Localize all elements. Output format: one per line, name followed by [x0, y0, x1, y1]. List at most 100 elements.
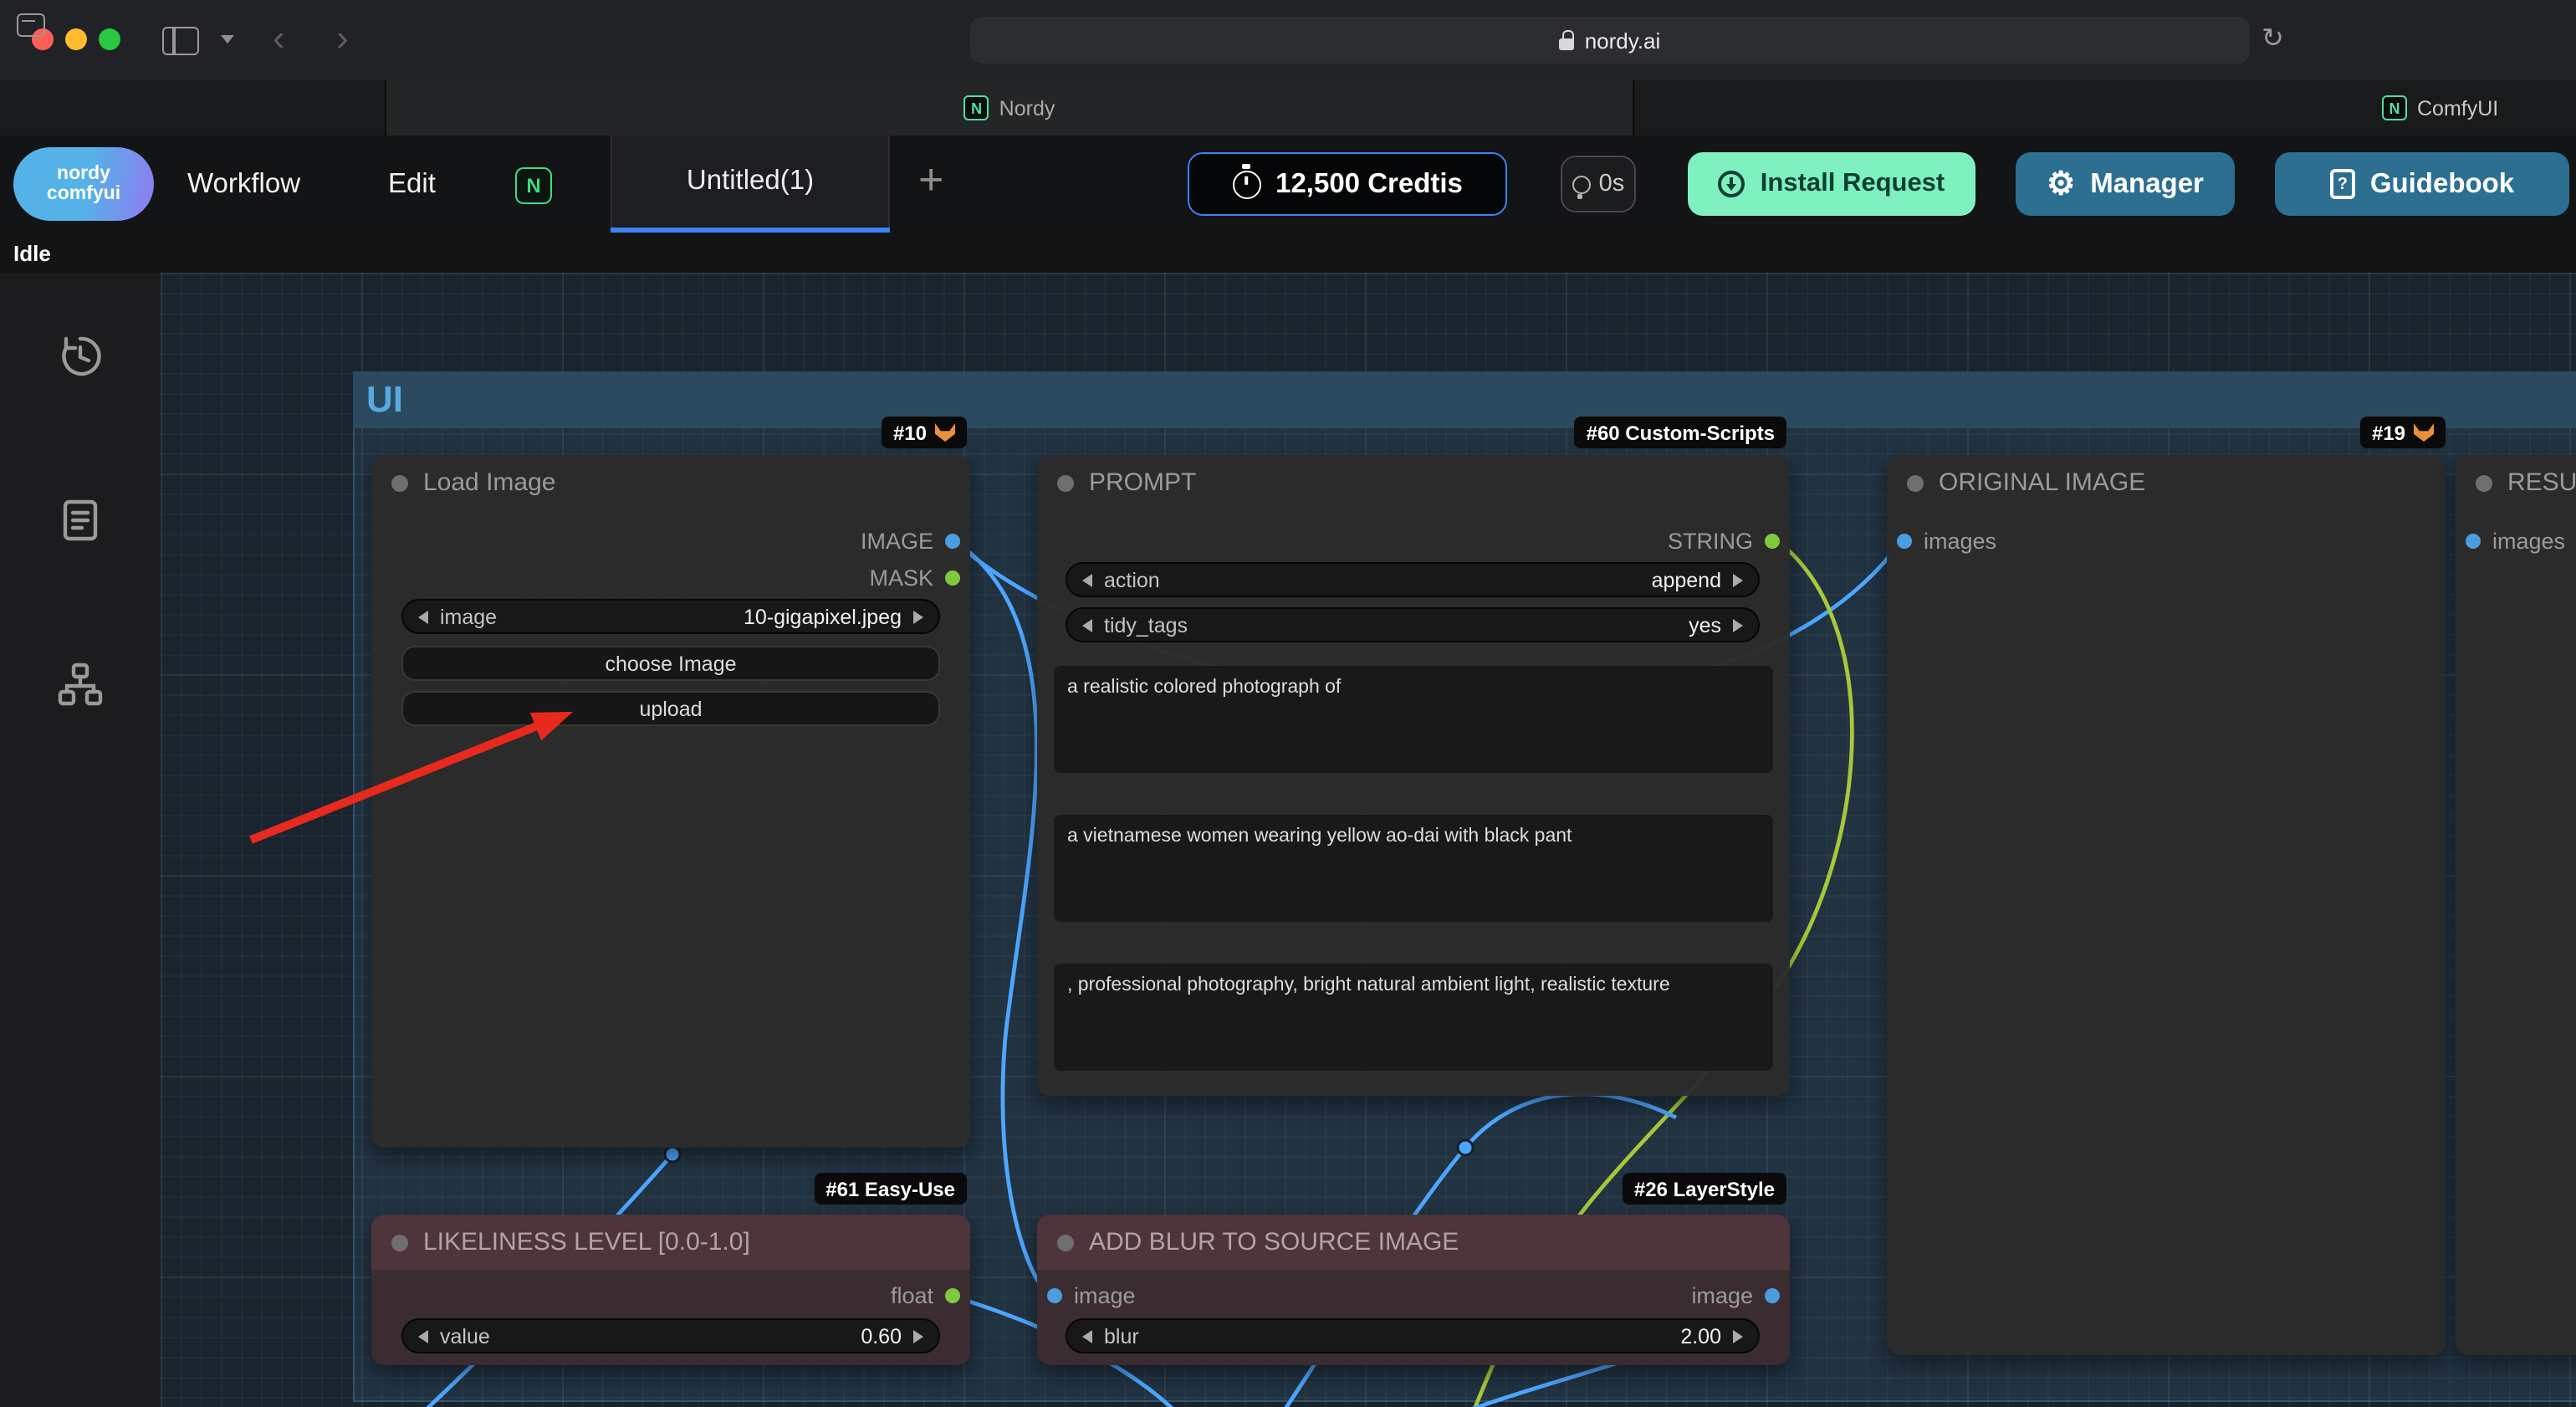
address-bar[interactable]: nordy.ai [970, 17, 2250, 64]
decrement-icon[interactable] [1082, 1329, 1092, 1343]
choose-image-button[interactable]: choose Image [401, 646, 940, 681]
nordy-comfyui-logo[interactable]: nordy comfyui [13, 147, 154, 221]
new-workflow-tab-button[interactable]: + [918, 154, 943, 206]
install-request-button[interactable]: Install Request [1688, 152, 1975, 216]
decrement-icon[interactable] [1082, 618, 1092, 632]
install-request-label: Install Request [1761, 169, 1945, 199]
chevron-down-icon[interactable] [221, 35, 234, 43]
browser-toolbar: ‹ › nordy.ai ↻ [0, 0, 2576, 80]
decrement-icon[interactable] [418, 1329, 428, 1343]
tab-nordy[interactable]: N Nordy [385, 80, 1634, 136]
blur-combo-widget[interactable]: blur 2.00 [1066, 1318, 1760, 1353]
input-dot-icon[interactable] [2466, 534, 2481, 549]
collapse-dot-icon[interactable] [1907, 474, 1924, 491]
output-dot-icon[interactable] [1765, 534, 1780, 549]
credits-button[interactable]: 12,500 Credtis [1188, 152, 1507, 216]
prompt-textarea-1[interactable]: a realistic colored photograph of [1054, 666, 1773, 773]
node-load-image[interactable]: Load Image IMAGE MASK image 10-gigapixel… [371, 455, 970, 1148]
output-image-slot[interactable]: IMAGE [861, 529, 960, 554]
input-images-slot[interactable]: images [1897, 529, 1996, 554]
increment-icon[interactable] [1733, 618, 1743, 632]
lightbulb-icon [1572, 175, 1591, 193]
upload-button[interactable]: upload [401, 691, 940, 726]
collapse-dot-icon[interactable] [391, 1234, 408, 1251]
guidebook-icon: ? [2330, 169, 2355, 199]
image-combo-widget[interactable]: image 10-gigapixel.jpeg [401, 599, 940, 634]
nordy-favicon: N [964, 95, 989, 120]
node-header[interactable]: LIKELINESS LEVEL [0.0-1.0] [371, 1215, 970, 1270]
output-image-slot[interactable]: image [1691, 1283, 1780, 1308]
node-header[interactable]: PROMPT [1037, 455, 1790, 510]
node-original-image[interactable]: ORIGINAL IMAGE images [1887, 455, 2446, 1355]
tidy-tags-combo-widget[interactable]: tidy_tags yes [1066, 607, 1760, 642]
sidebar-toggle-icon[interactable] [162, 27, 199, 55]
ui-group-title: UI [366, 378, 403, 422]
collapse-dot-icon[interactable] [1057, 474, 1074, 491]
decrement-icon[interactable] [1082, 573, 1092, 586]
timer-button[interactable]: 0s [1561, 156, 1636, 212]
node-likeliness-level[interactable]: LIKELINESS LEVEL [0.0-1.0] float value 0… [371, 1215, 970, 1365]
credits-label: 12,500 Credtis [1275, 168, 1463, 200]
browser-window: ‹ › nordy.ai ↻ N Nordy N ComfyUI nordy c… [0, 0, 2576, 1407]
increment-icon[interactable] [913, 1329, 923, 1343]
url-text: nordy.ai [1585, 28, 1661, 53]
value-combo-widget[interactable]: value 0.60 [401, 1318, 940, 1353]
node-header[interactable]: ADD BLUR TO SOURCE IMAGE [1037, 1215, 1790, 1270]
input-image-slot[interactable]: image [1047, 1283, 1136, 1308]
page-settings-icon[interactable] [17, 13, 45, 37]
output-dot-icon[interactable] [945, 570, 960, 586]
guidebook-button[interactable]: ? Guidebook [2275, 152, 2569, 216]
output-dot-icon[interactable] [945, 1288, 960, 1303]
collapse-dot-icon[interactable] [391, 474, 408, 491]
tab-comfyui-label: ComfyUI [2417, 96, 2498, 120]
menu-edit[interactable]: Edit [388, 161, 436, 207]
output-dot-icon[interactable] [1765, 1288, 1780, 1303]
input-dot-icon[interactable] [1047, 1288, 1062, 1303]
stopwatch-icon [1232, 170, 1260, 198]
minimize-window-button[interactable] [65, 28, 87, 50]
collapse-dot-icon[interactable] [2476, 474, 2492, 491]
n-app-icon[interactable]: N [515, 167, 552, 204]
output-mask-slot[interactable]: MASK [869, 565, 960, 591]
history-icon[interactable] [55, 331, 105, 381]
forward-button[interactable]: › [336, 15, 349, 62]
input-dot-icon[interactable] [1897, 534, 1912, 549]
fox-icon [2414, 423, 2434, 442]
lock-icon [1560, 38, 1575, 49]
node-add-blur[interactable]: ADD BLUR TO SOURCE IMAGE image image blu… [1037, 1215, 1790, 1365]
manager-button[interactable]: ⚙ Manager [2016, 152, 2235, 216]
tab-comfyui[interactable]: N ComfyUI [2382, 80, 2498, 136]
back-button[interactable]: ‹ [273, 15, 285, 62]
increment-icon[interactable] [913, 610, 923, 623]
collapse-dot-icon[interactable] [1057, 1234, 1074, 1251]
output-float-slot[interactable]: float [891, 1283, 960, 1308]
gear-icon: ⚙ [2047, 168, 2075, 200]
output-dot-icon[interactable] [945, 534, 960, 549]
node-prompt[interactable]: PROMPT STRING action append tidy_tags ye… [1037, 455, 1790, 1096]
workflow-tab-untitled[interactable]: Untitled(1) [611, 136, 890, 228]
tab-nordy-label: Nordy [999, 96, 1055, 120]
ui-group-header[interactable]: UI [353, 371, 2576, 428]
node-header[interactable]: Load Image [371, 455, 970, 510]
prompt-textarea-2[interactable]: a vietnamese women wearing yellow ao-dai… [1054, 815, 1773, 922]
decrement-icon[interactable] [418, 610, 428, 623]
node-header[interactable]: ORIGINAL IMAGE [1887, 455, 2446, 510]
increment-icon[interactable] [1733, 1329, 1743, 1343]
prompt-textarea-3[interactable]: , professional photography, bright natur… [1054, 964, 1773, 1071]
menu-workflow[interactable]: Workflow [187, 161, 300, 207]
input-images-slot[interactable]: images [2466, 529, 2565, 554]
output-string-slot[interactable]: STRING [1668, 529, 1780, 554]
fox-icon [935, 423, 955, 442]
node-header[interactable]: RESULT [2456, 455, 2576, 510]
timer-label: 0s [1599, 171, 1625, 197]
guidebook-label: Guidebook [2370, 168, 2514, 200]
log-document-icon[interactable] [55, 495, 105, 545]
increment-icon[interactable] [1733, 573, 1743, 586]
node-result[interactable]: RESULT images [2456, 455, 2576, 1355]
reload-icon[interactable]: ↻ [2262, 22, 2284, 55]
action-combo-widget[interactable]: action append [1066, 562, 1760, 597]
zoom-window-button[interactable] [99, 28, 120, 50]
download-cloud-icon [1719, 171, 1745, 197]
tool-sidebar [0, 273, 162, 1407]
workflow-graph-icon[interactable] [55, 659, 105, 709]
